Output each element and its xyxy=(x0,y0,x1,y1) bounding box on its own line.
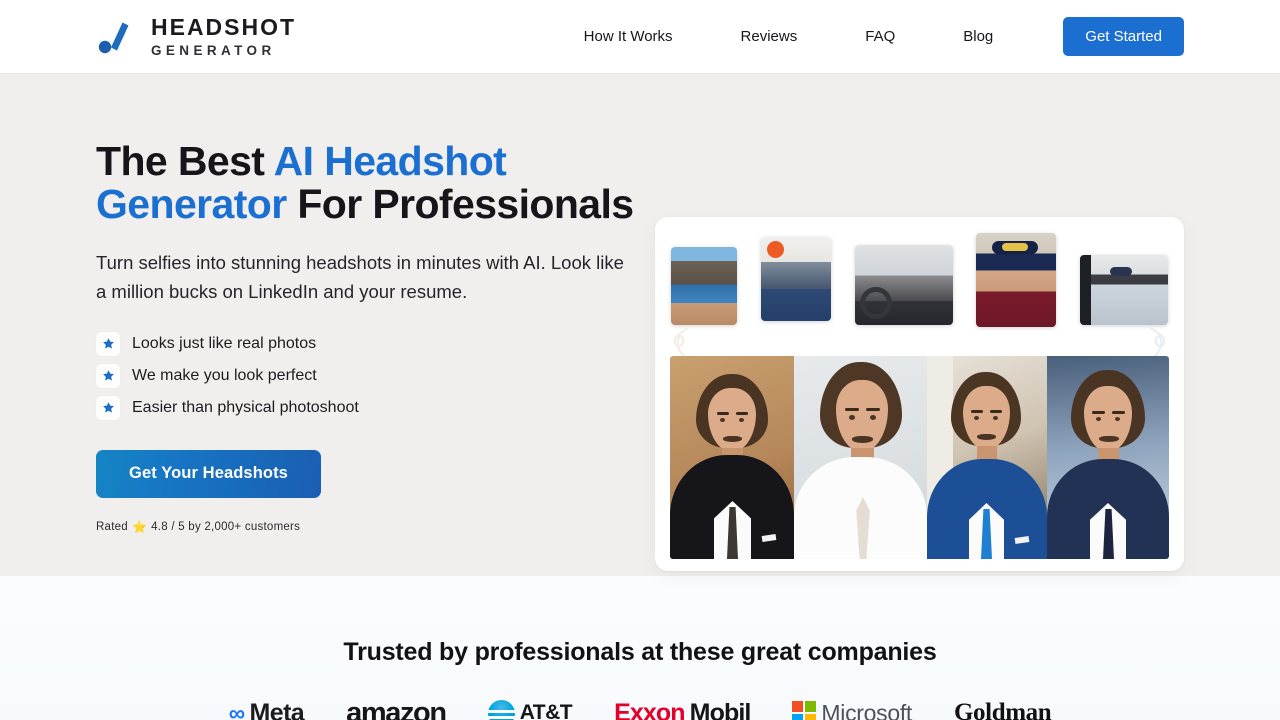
star-icon xyxy=(96,395,120,420)
att-globe-icon xyxy=(487,699,515,720)
top-navigation-bar: HEADSHOT GENERATOR How It Works Reviews … xyxy=(0,0,1280,74)
selfie-input-thumbnails xyxy=(655,217,1184,337)
hero-copy: The Best AI Headshot Generator For Profe… xyxy=(96,74,641,534)
microsoft-squares-icon xyxy=(792,701,817,720)
hero-benefit-list: Looks just like real photos We make you … xyxy=(96,331,641,420)
headshot-2-white-shirt xyxy=(794,356,927,559)
benefit-label: Looks just like real photos xyxy=(132,334,317,352)
brand-logo[interactable]: HEADSHOT GENERATOR xyxy=(96,15,296,59)
hero-title-part2: For Professionals xyxy=(286,181,634,228)
brand-name-primary: HEADSHOT xyxy=(151,13,297,40)
ai-headshot-results xyxy=(670,356,1169,559)
meta-logo: ∞ Meta xyxy=(228,699,305,720)
microsoft-logo-label: Microsoft xyxy=(821,699,913,720)
get-started-button[interactable]: Get Started xyxy=(1063,17,1184,56)
selfie-3-in-car xyxy=(854,245,953,325)
hero-section: The Best AI Headshot Generator For Profe… xyxy=(0,74,1280,576)
nav-link-reviews[interactable]: Reviews xyxy=(707,28,832,45)
list-item: Easier than physical photoshoot xyxy=(96,395,641,420)
rating-prefix: Rated xyxy=(96,520,128,533)
hero-subtitle: Turn selfies into stunning headshots in … xyxy=(96,252,624,303)
hero-title-part1: The Best xyxy=(96,138,274,184)
rating-line: Rated ⭐ 4.8 / 5 by 2,000+ customers xyxy=(96,520,641,534)
headshot-4-navy-suit xyxy=(1047,356,1169,559)
benefit-label: Easier than physical photoshoot xyxy=(132,398,359,416)
company-logo-row: ∞ Meta amazon AT&T Exxon Mobil Microsoft … xyxy=(0,699,1280,720)
rating-score: 4.8 / 5 by 2,000+ customers xyxy=(151,520,301,533)
logo-mark-icon xyxy=(96,15,140,59)
rating-star-icon: ⭐ xyxy=(131,519,148,534)
primary-nav: How It Works Reviews FAQ Blog Get Starte… xyxy=(584,17,1184,56)
att-logo-label: AT&T xyxy=(519,701,573,720)
star-icon xyxy=(96,363,120,388)
selfie-1-poolside xyxy=(671,247,737,325)
mobil-logo-label: Mobil xyxy=(689,699,752,720)
goldman-logo: Goldman xyxy=(954,699,1052,720)
selfie-2-indoors xyxy=(760,237,831,321)
nav-link-blog[interactable]: Blog xyxy=(929,28,1027,45)
headshot-1-black-suit xyxy=(670,356,794,559)
get-your-headshots-button[interactable]: Get Your Headshots xyxy=(96,449,321,498)
brand-name-secondary: GENERATOR xyxy=(151,42,276,58)
amazon-logo-label: amazon xyxy=(346,699,447,720)
list-item: We make you look perfect xyxy=(96,363,641,388)
selfie-4-cap-couch xyxy=(976,233,1057,327)
trusted-heading: Trusted by professionals at these great … xyxy=(343,638,937,666)
meta-logo-label: Meta xyxy=(249,699,305,720)
exxon-logo-label: Exxon xyxy=(614,699,685,720)
trusted-by-section: Trusted by professionals at these great … xyxy=(0,576,1280,720)
page-title: The Best AI Headshot Generator For Profe… xyxy=(96,138,641,228)
star-icon xyxy=(96,331,120,356)
nav-link-how-it-works[interactable]: How It Works xyxy=(584,28,707,45)
nav-link-faq[interactable]: FAQ xyxy=(831,28,929,45)
list-item: Looks just like real photos xyxy=(96,331,641,356)
microsoft-logo: Microsoft xyxy=(792,700,912,720)
goldman-logo-label: Goldman xyxy=(954,699,1052,720)
benefit-label: We make you look perfect xyxy=(132,366,317,384)
selfie-5-driving xyxy=(1080,255,1168,325)
amazon-logo: amazon xyxy=(346,699,447,720)
exxonmobil-logo: Exxon Mobil xyxy=(614,699,752,720)
att-logo: AT&T xyxy=(487,699,573,720)
hero-gallery-card xyxy=(655,217,1184,571)
meta-infinity-icon: ∞ xyxy=(228,699,245,720)
headshot-3-blue-suit xyxy=(927,356,1047,559)
